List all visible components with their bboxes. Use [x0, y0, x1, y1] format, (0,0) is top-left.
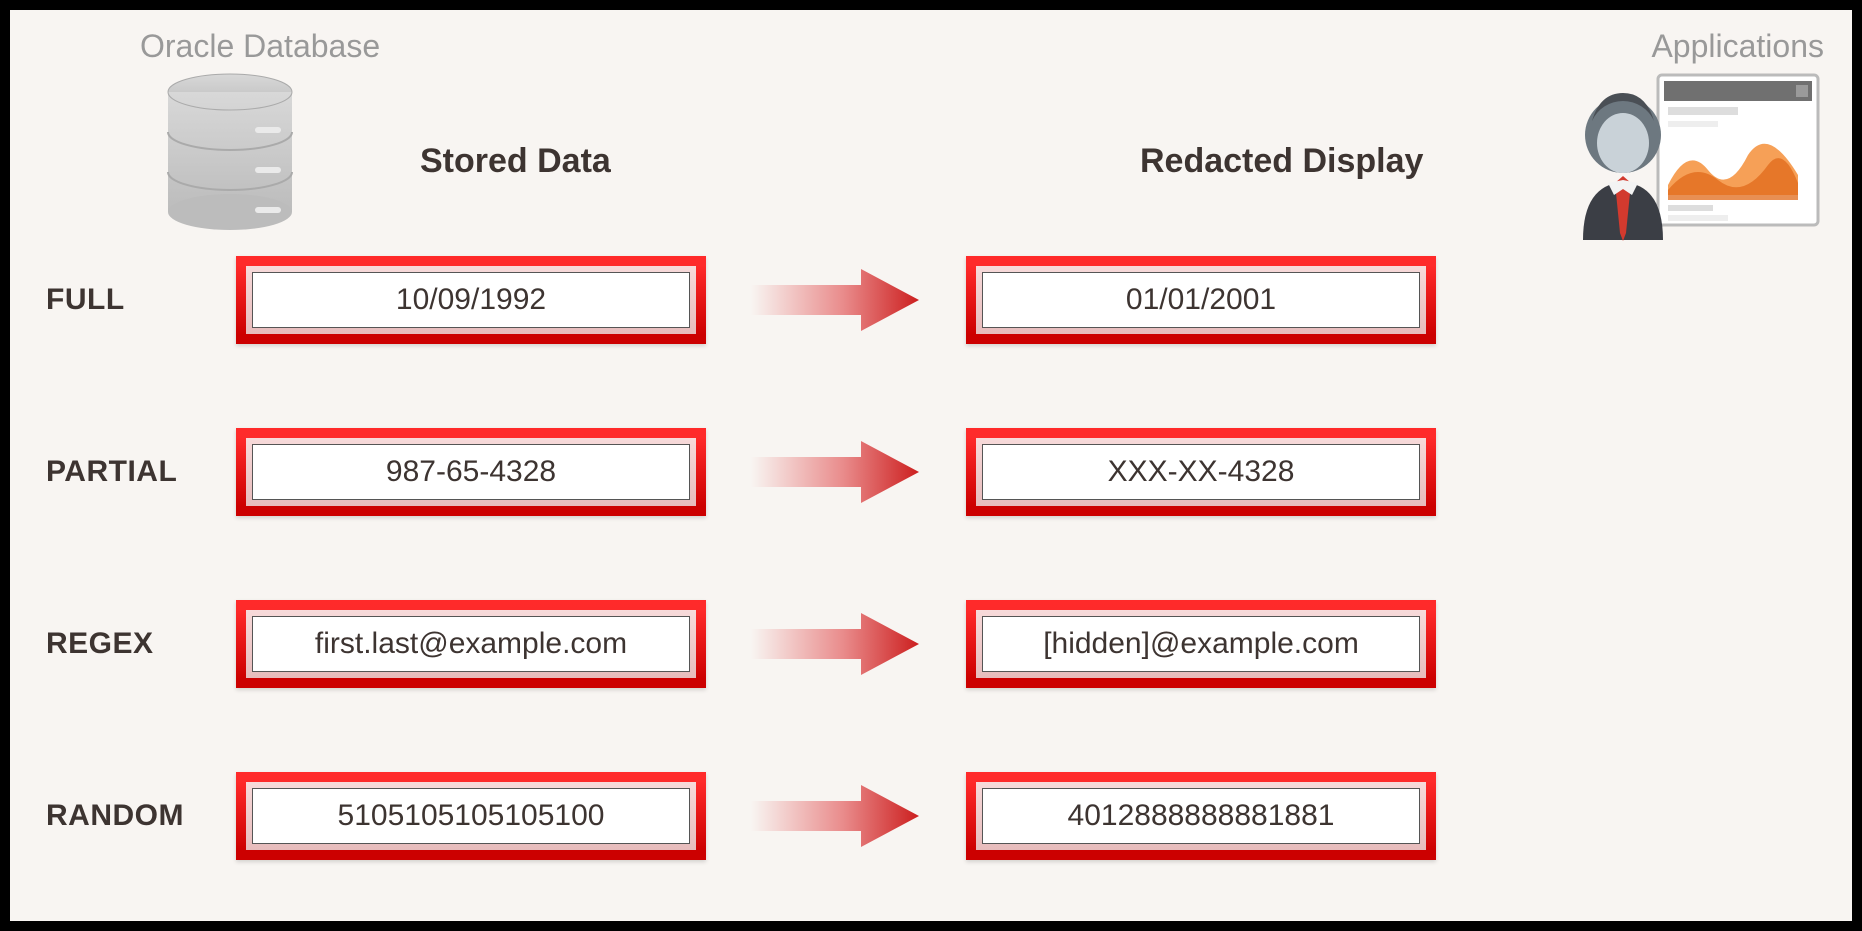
redaction-rows: FULL 10/09/1992: [46, 256, 1816, 901]
stored-value: 10/09/1992: [252, 272, 690, 328]
redacted-value: 4012888888881881: [982, 788, 1420, 844]
stored-box: 987-65-4328: [236, 428, 706, 516]
arrow-cell: [706, 609, 966, 679]
stored-value: 5105105105105100: [252, 788, 690, 844]
redacted-value: XXX-XX-4328: [982, 444, 1420, 500]
database-icon: [160, 72, 300, 232]
row-random: RANDOM 5105105105105100: [46, 772, 1816, 860]
arrow-cell: [706, 265, 966, 335]
row-label-partial: PARTIAL: [46, 455, 236, 489]
arrow-cell: [706, 781, 966, 851]
arrow-icon: [751, 437, 921, 507]
row-full: FULL 10/09/1992: [46, 256, 1816, 344]
applications-icon: [1568, 65, 1828, 255]
stored-box: first.last@example.com: [236, 600, 706, 688]
row-partial: PARTIAL 987-65-4328: [46, 428, 1816, 516]
source-label: Oracle Database: [140, 28, 380, 65]
redacted-box: 4012888888881881: [966, 772, 1436, 860]
row-regex: REGEX first.last@example.com: [46, 600, 1816, 688]
stored-data-header: Stored Data: [420, 142, 611, 181]
redacted-display-header: Redacted Display: [1140, 142, 1423, 181]
redacted-box: 01/01/2001: [966, 256, 1436, 344]
target-label: Applications: [1651, 28, 1824, 65]
redacted-box: XXX-XX-4328: [966, 428, 1436, 516]
row-label-random: RANDOM: [46, 799, 236, 833]
arrow-icon: [751, 609, 921, 679]
redacted-box: [hidden]@example.com: [966, 600, 1436, 688]
arrow-cell: [706, 437, 966, 507]
arrow-icon: [751, 781, 921, 851]
redacted-value: 01/01/2001: [982, 272, 1420, 328]
row-label-regex: REGEX: [46, 627, 236, 661]
diagram-canvas: Oracle Database Applications: [10, 10, 1852, 921]
stored-box: 10/09/1992: [236, 256, 706, 344]
arrow-icon: [751, 265, 921, 335]
redacted-value: [hidden]@example.com: [982, 616, 1420, 672]
stored-box: 5105105105105100: [236, 772, 706, 860]
stored-value: first.last@example.com: [252, 616, 690, 672]
stored-value: 987-65-4328: [252, 444, 690, 500]
row-label-full: FULL: [46, 283, 236, 317]
diagram-frame: Oracle Database Applications: [0, 0, 1862, 931]
